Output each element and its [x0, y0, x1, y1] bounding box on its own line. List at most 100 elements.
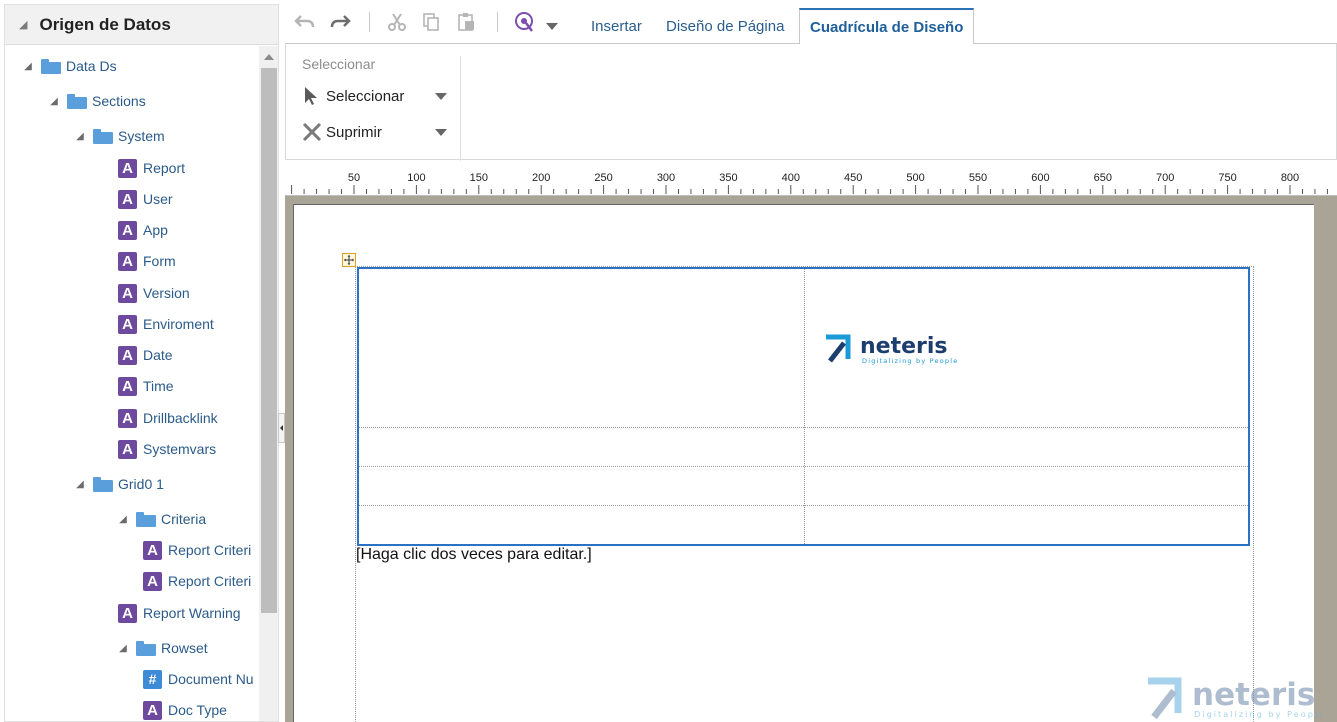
tab-insert[interactable]: Insertar: [581, 8, 652, 45]
ribbon: Seleccionar Seleccionar Suprimir: [285, 44, 1337, 161]
design-canvas: neteris Digitalizing by People [Haga cli…: [285, 196, 1337, 722]
text-field-icon: A: [118, 189, 137, 209]
tree-folder[interactable]: ◢ Grid0 1: [75, 472, 164, 496]
logo-name: neteris: [860, 334, 948, 359]
delete-button[interactable]: Suprimir: [302, 120, 447, 144]
ruler-label: 550: [969, 172, 987, 184]
tab-layout-grid[interactable]: Cuadrícula de Diseño: [799, 8, 975, 45]
expand-triangle-icon[interactable]: ◢: [118, 514, 128, 525]
expand-triangle-icon[interactable]: ◢: [23, 61, 33, 72]
toolbar-separator: [369, 12, 370, 32]
select-dropdown-icon[interactable]: [435, 93, 447, 100]
move-handle-icon[interactable]: [342, 253, 356, 267]
panel-header[interactable]: ◢ Origen de Datos: [5, 5, 278, 45]
grid-row-divider: [359, 505, 1248, 506]
ruler-label: 200: [532, 172, 550, 184]
folder-icon: [136, 640, 156, 656]
tree-item[interactable]: A App: [118, 218, 168, 242]
grid-row-divider: [359, 427, 1248, 428]
ruler-label: 700: [1156, 172, 1174, 184]
tree-label: Criteria: [161, 511, 207, 527]
tree-label: Enviroment: [143, 316, 214, 332]
ribbon-group-select: Seleccionar Seleccionar Suprimir: [286, 56, 461, 161]
margin-guide-right: [1253, 266, 1254, 722]
ruler-label: 150: [470, 172, 488, 184]
tree-label: Systemvars: [143, 441, 217, 457]
tree-scrollbar[interactable]: [259, 46, 278, 721]
expand-triangle-icon[interactable]: ◢: [75, 479, 85, 490]
report-page[interactable]: neteris Digitalizing by People [Haga cli…: [293, 204, 1324, 722]
watermark-tagline: Digitalizing by People: [1194, 709, 1322, 719]
tab-page-design[interactable]: Diseño de Página: [656, 8, 794, 45]
tree-item[interactable]: A Form: [118, 249, 176, 273]
tree-item[interactable]: A Drillbacklink: [118, 406, 218, 430]
redo-icon[interactable]: [328, 10, 352, 34]
expand-triangle-icon[interactable]: ◢: [118, 643, 128, 654]
copy-icon[interactable]: [419, 10, 443, 34]
panel-splitter[interactable]: [278, 413, 285, 443]
tree-label: Document Nu: [168, 671, 254, 687]
ruler-label: 800: [1281, 172, 1299, 184]
margin-guide-left: [355, 266, 356, 722]
expand-triangle-icon[interactable]: ◢: [49, 96, 59, 107]
tree-folder[interactable]: ◢ Sections: [49, 89, 146, 113]
tree-label: Report Criteri: [168, 542, 252, 558]
text-field-icon: A: [118, 220, 137, 240]
tree-item[interactable]: A User: [118, 187, 173, 211]
tree-item[interactable]: A Date: [118, 343, 173, 367]
ruler-label: 50: [348, 172, 360, 184]
horizontal-ruler: 50 100 150 200 250 300 350 400 450 500 550 600 650 70…: [285, 163, 1337, 196]
ribbon-group-title: Seleccionar: [302, 56, 376, 72]
tree-label: Report Criteri: [168, 573, 252, 589]
select-button[interactable]: Seleccionar: [302, 84, 447, 108]
tree-item[interactable]: # Document Nu: [143, 667, 254, 691]
tree-label: Report Warning: [143, 605, 241, 621]
undo-icon[interactable]: [293, 10, 317, 34]
tree-label: Sections: [92, 93, 146, 109]
data-source-tree: ◢ Data Ds ◢ Sections ◢ System A Report A User A App…: [5, 46, 258, 721]
scroll-up-arrow-icon[interactable]: [264, 54, 274, 60]
ruler-label: 450: [844, 172, 862, 184]
text-placeholder[interactable]: [Haga clic dos veces para editar.]: [356, 546, 592, 564]
tree-folder[interactable]: ◢ Data Ds: [23, 54, 117, 78]
tree-label: Form: [143, 253, 176, 269]
tree-folder[interactable]: ◢ System: [75, 124, 165, 148]
tree-item[interactable]: A Systemvars: [118, 437, 216, 461]
paste-icon[interactable]: [454, 10, 478, 34]
neteris-logo[interactable]: neteris Digitalizing by People: [824, 331, 974, 370]
tree-item[interactable]: A Report: [118, 156, 185, 180]
tree-label: User: [143, 191, 173, 207]
data-source-panel: ◢ Origen de Datos ◢ Data Ds ◢ Sections ◢ Syst…: [4, 4, 279, 722]
ruler-ticks: 50 100 150 200 250 300 350 400 450 500 550 600 650 70…: [291, 172, 1328, 194]
tree-folder[interactable]: ◢ Rowset: [118, 636, 208, 660]
text-field-icon: A: [118, 345, 137, 365]
watermark-name: neteris: [1192, 677, 1315, 713]
scroll-thumb[interactable]: [261, 68, 277, 613]
tree-label: Date: [143, 347, 173, 363]
format-dropdown-icon[interactable]: [540, 14, 564, 38]
tree-item[interactable]: A Report Criteri: [143, 538, 251, 562]
format-painter-icon[interactable]: [513, 10, 537, 34]
ruler-label: 350: [719, 172, 737, 184]
layout-grid[interactable]: neteris Digitalizing by People: [357, 267, 1250, 546]
ruler-label: 300: [657, 172, 675, 184]
tree-item[interactable]: A Enviroment: [118, 312, 214, 336]
tree-item[interactable]: A Time: [118, 374, 174, 398]
collapse-caret-icon[interactable]: ◢: [19, 18, 27, 31]
tree-item[interactable]: A Report Criteri: [143, 569, 251, 593]
panel-title: Origen de Datos: [39, 14, 171, 34]
delete-dropdown-icon[interactable]: [435, 129, 447, 136]
tree-item[interactable]: A Version: [118, 281, 190, 305]
tree-label: Version: [143, 285, 190, 301]
tree-folder[interactable]: ◢ Criteria: [118, 507, 206, 531]
cut-icon[interactable]: [385, 10, 409, 34]
text-field-icon: A: [118, 408, 137, 428]
ruler-label: 650: [1094, 172, 1112, 184]
grid-row-divider: [359, 466, 1248, 467]
text-field-icon: A: [118, 603, 137, 623]
tree-item[interactable]: A Report Warning: [118, 601, 241, 625]
tree-label: Data Ds: [66, 58, 117, 74]
expand-triangle-icon[interactable]: ◢: [75, 131, 85, 142]
tree-item[interactable]: A Doc Type: [143, 698, 227, 721]
delete-x-icon: [302, 122, 322, 142]
